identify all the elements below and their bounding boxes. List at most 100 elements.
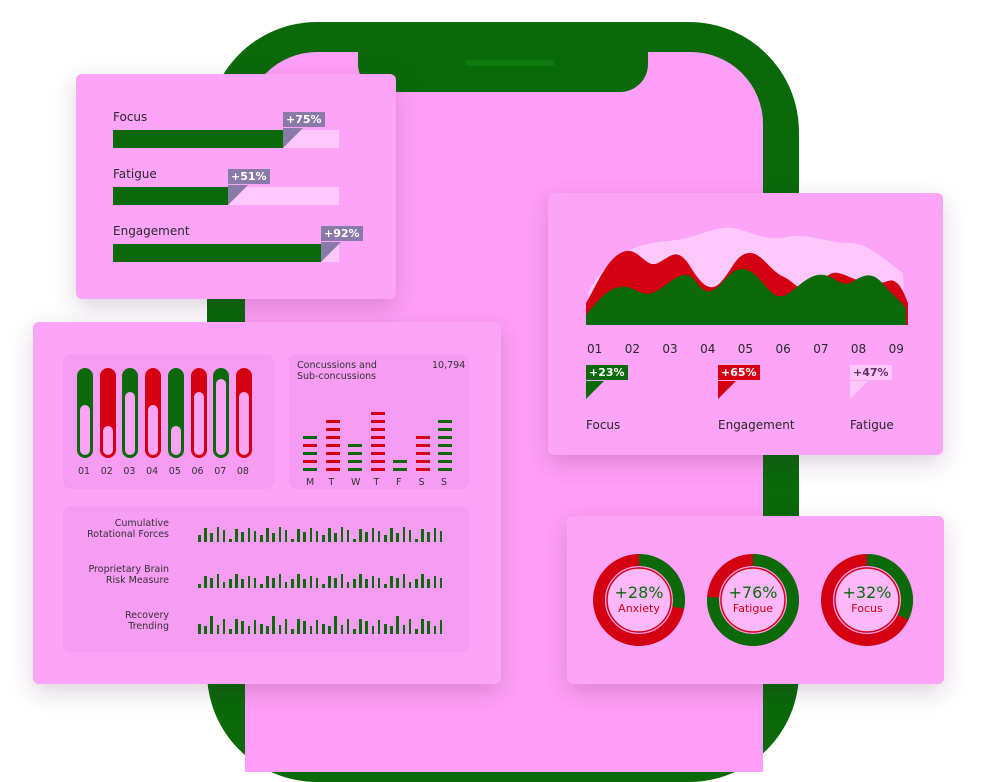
metric-spike	[415, 629, 418, 634]
metric-spike	[402, 574, 406, 588]
metrics-card: 01 02 03 04 05 06 07 08 Concussions and Sub-con…	[33, 322, 501, 684]
metrics-panel: Cumulative Rotational Forces Proprietary B…	[63, 506, 469, 652]
concussion-dash	[370, 436, 385, 439]
metric-label-line1: Cumulative	[114, 518, 169, 529]
metric-spike	[396, 616, 399, 634]
metric-spike	[390, 528, 393, 542]
tube-level	[193, 392, 204, 455]
metric-spike	[229, 539, 232, 542]
metric-spike	[229, 629, 232, 634]
metric-spike	[408, 582, 412, 588]
metric-spike	[235, 619, 238, 634]
metric-spike	[402, 625, 406, 634]
concussion-dash	[303, 436, 317, 439]
metric-spike	[384, 584, 387, 588]
metric-spike	[272, 616, 275, 634]
metric-spike	[216, 574, 220, 588]
metric-spike	[272, 578, 275, 588]
metric-label-line1: Proprietary Brain	[88, 564, 170, 575]
metric-spike	[210, 578, 213, 588]
tube-label: 06	[191, 466, 204, 477]
metric-spike	[384, 624, 387, 634]
metric-spike	[371, 528, 375, 542]
progress-badge: +92%	[321, 226, 363, 241]
metric-spike	[266, 528, 269, 542]
area-series-badge: +65%	[718, 365, 760, 380]
metric-spike	[309, 528, 313, 542]
area-x-label: 08	[850, 342, 867, 356]
concussion-day-label: M	[306, 477, 315, 488]
metric-spike	[353, 629, 356, 634]
area-x-label: 02	[624, 342, 640, 356]
phone-notch	[358, 52, 648, 92]
area-chart	[586, 227, 908, 325]
metric-spike	[359, 574, 362, 588]
metric-spike	[371, 626, 375, 634]
concussion-dash	[348, 444, 362, 447]
metric-spike	[291, 539, 294, 542]
concussion-dash	[303, 460, 317, 463]
concussion-dash	[438, 468, 452, 471]
metric-label-line2: Rotational Forces	[87, 529, 169, 540]
metric-spike	[334, 578, 337, 588]
tube-level	[125, 392, 136, 455]
concussion-dash	[325, 428, 340, 431]
concussion-dash	[438, 428, 452, 431]
progress-label: Fatigue	[113, 167, 157, 181]
metric-spike	[235, 574, 238, 588]
metric-spike	[390, 626, 393, 634]
metric-spike	[297, 619, 300, 634]
metric-spike	[439, 531, 443, 542]
metric-spike	[365, 579, 368, 588]
concussion-dash	[415, 468, 430, 471]
metric-spike	[396, 578, 399, 588]
concussion-dash	[325, 468, 340, 471]
concussions-panel: Concussions and Sub-concussions 10,794 M…	[289, 354, 469, 489]
metric-spike	[377, 620, 381, 634]
metric-spike	[291, 579, 294, 588]
progress-fill	[113, 187, 228, 205]
metric-spike	[278, 527, 282, 542]
metric-spike	[303, 621, 306, 634]
progress-badge: +75%	[283, 112, 325, 127]
concussion-dash	[325, 436, 340, 439]
metric-spike	[204, 626, 207, 634]
tube-label: 08	[236, 466, 249, 477]
metric-spike	[204, 576, 207, 588]
phone-speaker	[465, 60, 555, 66]
metric-spike	[421, 619, 424, 634]
concussions-title-line1: Concussions and	[297, 360, 377, 371]
metric-spike	[291, 629, 294, 634]
metric-spike	[266, 576, 269, 588]
metric-spike	[353, 539, 356, 542]
metric-spike	[309, 576, 313, 588]
concussion-dash	[438, 444, 452, 447]
area-series-label: Focus	[586, 418, 621, 432]
tube-label: 03	[123, 466, 136, 477]
metric-spike	[241, 621, 244, 634]
metric-spike	[222, 582, 226, 588]
metric-label-line2: Risk Measure	[105, 575, 169, 586]
area-series-badge-pointer	[850, 381, 868, 399]
area-x-label: 09	[888, 342, 904, 356]
tube-level	[102, 426, 113, 455]
metric-spike	[365, 532, 368, 542]
metric-spike	[334, 533, 337, 542]
metric-spike	[284, 582, 288, 588]
metric-spike	[408, 619, 412, 634]
metric-spike	[346, 530, 350, 542]
metric-spike	[322, 624, 325, 634]
metric-spike	[222, 619, 226, 634]
area-x-label: 05	[737, 342, 754, 356]
concussion-dash	[348, 468, 362, 471]
metric-spike	[390, 576, 393, 588]
metric-spike	[216, 527, 220, 542]
concussion-dash	[438, 420, 452, 423]
area-series-badge: +47%	[850, 365, 892, 380]
concussion-dash	[370, 468, 385, 471]
concussion-dash	[438, 452, 452, 455]
metric-spike	[198, 624, 201, 634]
metric-spike	[415, 579, 418, 588]
metric-spike	[421, 574, 424, 588]
concussion-dash	[325, 452, 340, 455]
